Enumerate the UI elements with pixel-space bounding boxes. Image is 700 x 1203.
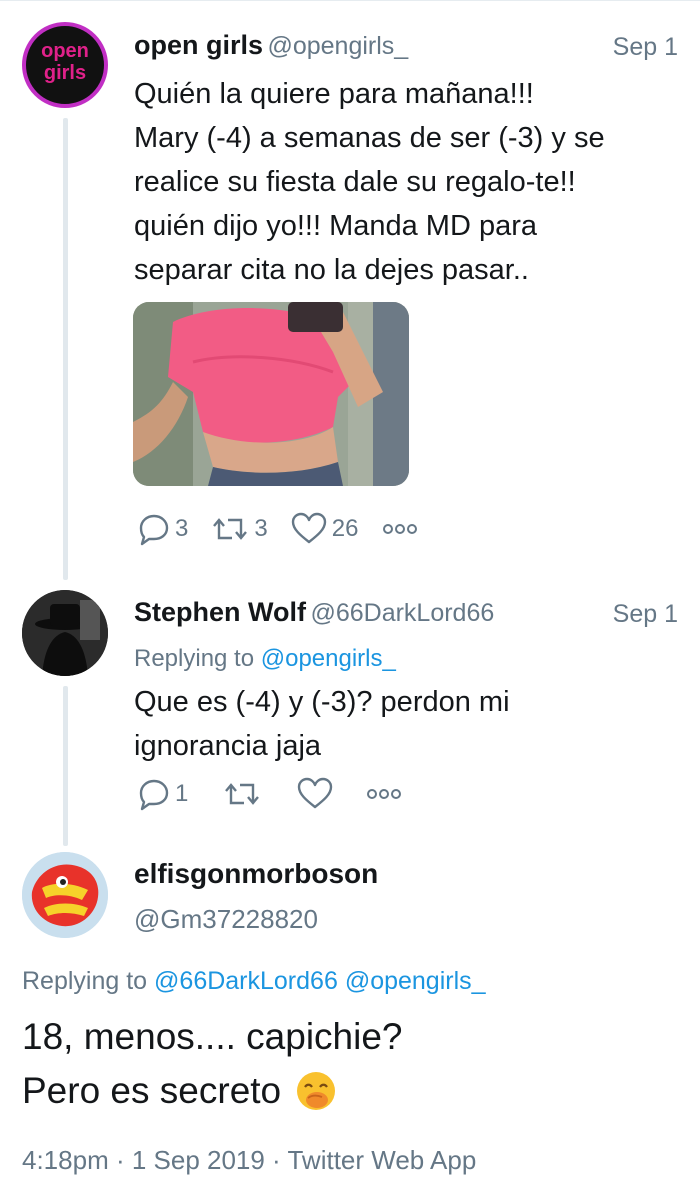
tweet-actions: 3 3 26: [135, 512, 442, 546]
retweet-icon: [213, 518, 248, 540]
tweet-meta[interactable]: 4:18pm · 1 Sep 2019 · Twitter Web App: [22, 1145, 476, 1176]
retweet-count: 3: [254, 515, 268, 542]
tweet-text: Que es (-4) y (-3)? perdon mi ignorancia…: [134, 680, 510, 768]
like-action[interactable]: 26: [290, 512, 359, 546]
avatar-image: [22, 852, 108, 938]
hand-over-mouth-emoji-icon: [295, 1070, 337, 1112]
avatar-logo: open girls: [26, 40, 104, 84]
retweet-icon: [225, 783, 260, 805]
retweet-action[interactable]: [222, 777, 262, 811]
tweet-text-line: 18, menos.... capichie?: [22, 1016, 403, 1057]
like-icon: [291, 512, 326, 544]
more-action[interactable]: [364, 787, 404, 801]
like-count: 26: [331, 515, 359, 542]
avatar[interactable]: [22, 852, 108, 938]
photo-image: [133, 302, 409, 486]
replying-prefix: Replying to: [134, 645, 255, 672]
like-action[interactable]: [296, 777, 334, 811]
tweet-text-line: ignorancia jaja: [134, 730, 322, 762]
retweet-action[interactable]: 3: [210, 512, 268, 546]
display-name[interactable]: elfisgonmorboson: [134, 858, 378, 890]
top-divider: [0, 0, 700, 1]
tweet-text-line: separar cita no la dejes pasar..: [134, 254, 529, 286]
avatar[interactable]: open girls: [22, 22, 108, 108]
avatar-logo-line-1: open: [41, 40, 89, 62]
tweet-text-line-content: Pero es secreto: [22, 1070, 282, 1111]
tweet-text-line: Que es (-4) y (-3)? perdon mi: [134, 686, 510, 718]
avatar-image: [22, 590, 108, 676]
tweet-text-line: Quién la quiere para mañana!!!: [134, 78, 534, 110]
avatar-logo-line-2: girls: [43, 62, 87, 84]
reply-icon: [139, 779, 169, 811]
tweet-text-line: Pero es secreto: [22, 1064, 403, 1118]
reply-count: 1: [175, 780, 189, 807]
tweet-date[interactable]: Sep 1: [613, 33, 678, 62]
thread-line: [63, 118, 68, 580]
user-handle[interactable]: @66DarkLord66: [310, 599, 494, 627]
replying-prefix: Replying to: [22, 967, 148, 995]
tweet-header: Stephen Wolf @66DarkLord66: [134, 597, 494, 628]
more-action[interactable]: [380, 522, 420, 536]
tweet-date[interactable]: Sep 1: [613, 600, 678, 629]
like-icon: [298, 777, 333, 809]
user-handle[interactable]: @opengirls_: [267, 32, 408, 60]
tweet-media-photo[interactable]: [133, 302, 409, 486]
display-name[interactable]: open girls: [134, 30, 263, 60]
tweet-text-line: quién dijo yo!!! Manda MD para: [134, 210, 537, 242]
replying-to: Replying to @opengirls_: [134, 645, 396, 673]
reply-count: 3: [175, 515, 189, 542]
tweet-text: Quién la quiere para mañana!!! Mary (-4)…: [134, 72, 605, 292]
mention-link[interactable]: @opengirls_: [261, 645, 396, 672]
tweet-text-line: Mary (-4) a semanas de ser (-3) y se: [134, 122, 605, 154]
thread-line: [63, 686, 68, 846]
tweet-text-line: realice su fiesta dale su regalo-te!!: [134, 166, 576, 198]
reply-action[interactable]: 3: [135, 512, 188, 546]
more-icon: [383, 524, 418, 534]
reply-action[interactable]: 1: [135, 777, 188, 811]
display-name[interactable]: Stephen Wolf: [134, 597, 306, 627]
more-icon: [367, 789, 402, 799]
reply-icon: [139, 514, 169, 546]
user-handle[interactable]: @Gm37228820: [134, 904, 318, 935]
avatar[interactable]: [22, 590, 108, 676]
tweet-header: open girls @opengirls_: [134, 30, 408, 61]
mention-link[interactable]: @opengirls_: [345, 967, 486, 995]
replying-to: Replying to @66DarkLord66 @opengirls_: [22, 967, 486, 996]
tweet-text: 18, menos.... capichie? Pero es secreto: [22, 1010, 403, 1118]
emoji-image: [297, 1072, 336, 1110]
tweet-actions: 1: [135, 777, 426, 811]
mention-link[interactable]: @66DarkLord66: [154, 967, 338, 995]
